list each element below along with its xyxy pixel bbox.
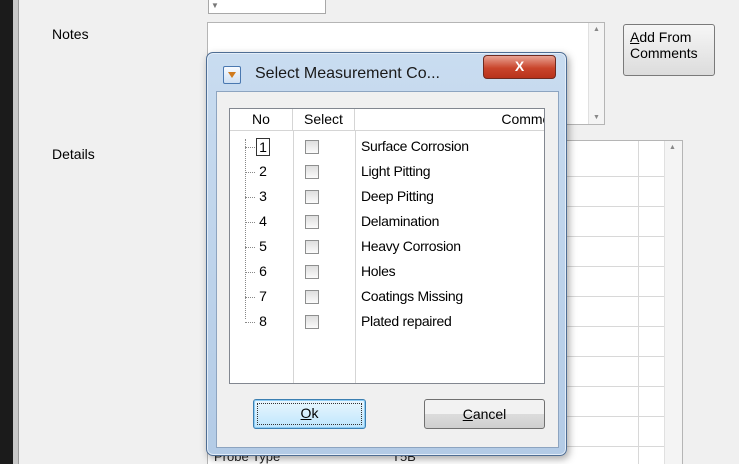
- dialog-title: Select Measurement Co...: [255, 65, 440, 82]
- close-button[interactable]: X: [483, 55, 556, 79]
- tree-branch-line: [245, 297, 255, 298]
- comments-grid[interactable]: No Select Commer 1 Surface Corrosion 2 Ligh…: [229, 108, 545, 384]
- row-number: 8: [259, 313, 267, 329]
- column-header-select[interactable]: Select: [293, 109, 355, 131]
- tree-branch-line: [245, 197, 255, 198]
- focus-rectangle: [257, 403, 362, 425]
- select-checkbox[interactable]: [305, 215, 319, 229]
- comment-text: Deep Pitting: [361, 188, 434, 204]
- tree-branch-line: [245, 147, 255, 148]
- scroll-down-icon[interactable]: ▼: [593, 114, 600, 121]
- window-edge: [0, 0, 13, 464]
- notes-scrollbar[interactable]: ▲ ▼: [588, 23, 604, 124]
- panel-border: [18, 0, 19, 464]
- ok-button[interactable]: Ok: [253, 399, 366, 429]
- row-number: 2: [259, 163, 267, 179]
- select-checkbox[interactable]: [305, 240, 319, 254]
- table-row[interactable]: 1 Surface Corrosion: [230, 135, 544, 159]
- comment-text: Holes: [361, 263, 396, 279]
- spin-icon: ▼: [211, 1, 219, 10]
- tree-branch-line: [245, 322, 255, 323]
- comment-text: Coatings Missing: [361, 288, 463, 304]
- select-checkbox[interactable]: [305, 315, 319, 329]
- tree-branch-line: [245, 222, 255, 223]
- select-checkbox[interactable]: [305, 290, 319, 304]
- table-row[interactable]: 5 Heavy Corrosion: [230, 235, 544, 259]
- table-row[interactable]: 2 Light Pitting: [230, 160, 544, 184]
- comment-text: Heavy Corrosion: [361, 238, 461, 254]
- top-input-field[interactable]: ▼: [208, 0, 326, 14]
- scroll-up-icon[interactable]: ▲: [669, 144, 676, 151]
- details-scrollbar[interactable]: ▲: [664, 141, 682, 464]
- comment-text: Plated repaired: [361, 313, 452, 329]
- row-number: 1: [256, 138, 270, 156]
- add-from-comments-button[interactable]: Add From Comments: [623, 24, 715, 76]
- tree-branch-line: [245, 172, 255, 173]
- column-header-no[interactable]: No: [230, 109, 293, 131]
- cancel-button[interactable]: Cancel: [424, 399, 545, 429]
- row-number: 7: [259, 288, 267, 304]
- select-checkbox[interactable]: [305, 165, 319, 179]
- table-row[interactable]: 6 Holes: [230, 260, 544, 284]
- tree-branch-line: [245, 272, 255, 273]
- comment-text: Surface Corrosion: [361, 138, 469, 154]
- add-from-comments-line2: Comments: [630, 45, 698, 61]
- comment-text: Light Pitting: [361, 163, 431, 179]
- cancel-label: ancel: [472, 406, 507, 422]
- row-number: 3: [259, 188, 267, 204]
- add-from-comments-line1: Add From: [630, 29, 692, 45]
- details-label: Details: [52, 146, 95, 162]
- column-header-comments[interactable]: Commer: [355, 109, 544, 131]
- notes-label: Notes: [52, 26, 89, 42]
- scroll-up-icon[interactable]: ▲: [593, 26, 600, 33]
- comment-text: Delamination: [361, 213, 440, 229]
- table-row[interactable]: 4 Delamination: [230, 210, 544, 234]
- select-checkbox[interactable]: [305, 190, 319, 204]
- row-number: 4: [259, 213, 267, 229]
- add-from-comments-rest: dd From: [639, 29, 692, 45]
- table-row[interactable]: 3 Deep Pitting: [230, 185, 544, 209]
- table-row[interactable]: 8 Plated repaired: [230, 310, 544, 334]
- dialog-client-area: No Select Commer 1 Surface Corrosion 2 Ligh…: [216, 91, 559, 448]
- select-checkbox[interactable]: [305, 265, 319, 279]
- row-number: 6: [259, 263, 267, 279]
- row-number: 5: [259, 238, 267, 254]
- dialog-app-icon: [223, 66, 241, 84]
- cancel-mnemonic: C: [462, 406, 473, 422]
- select-checkbox[interactable]: [305, 140, 319, 154]
- tree-branch-line: [245, 247, 255, 248]
- table-row[interactable]: 7 Coatings Missing: [230, 285, 544, 309]
- select-measurement-comments-dialog: Select Measurement Co... X No Select Com…: [206, 52, 567, 456]
